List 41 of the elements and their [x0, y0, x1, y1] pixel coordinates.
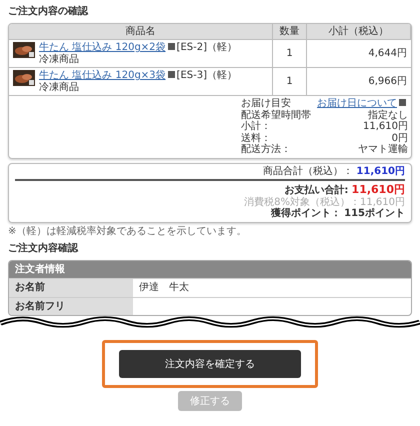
external-link-icon	[399, 99, 406, 106]
goods-total-value: 11,610円	[356, 166, 405, 176]
payment-total-value: 11,610円	[352, 183, 405, 196]
summary-label: 送料：	[241, 132, 272, 144]
confirm-button[interactable]: 注文内容を確定する	[119, 350, 301, 378]
payment-total-label: お支払い合計:	[284, 185, 348, 196]
delivery-date-link[interactable]: お届け日について	[317, 98, 397, 109]
field-label: お名前	[9, 279, 133, 297]
summary-label: お届け目安	[241, 98, 292, 110]
points-value: 115ポイント	[344, 208, 405, 220]
section-title: ご注文内容の確認	[8, 6, 90, 18]
points-label: 獲得ポイント：	[270, 208, 341, 220]
summary-value: 0円	[390, 132, 408, 144]
external-link-icon	[168, 71, 175, 78]
note-text: ※（軽）は軽減税率対象であることを示しています。	[8, 226, 248, 238]
field-value: 伊達 牛太	[139, 282, 189, 294]
summary-label: 小計：	[241, 121, 272, 132]
goods-total-label: 商品合計（税込）：	[263, 166, 354, 176]
column-header: 数量	[273, 24, 307, 39]
section-title: ご注文内容確認	[8, 243, 80, 255]
subtotal: 6,966円	[368, 76, 407, 88]
column-header: 商品名	[9, 24, 273, 39]
summary-value: 指定なし	[367, 110, 408, 121]
subtotal: 4,644円	[368, 48, 407, 60]
product-code: [ES-2]（軽）	[176, 42, 237, 53]
column-header: 小計（税込）	[307, 24, 411, 39]
product-type: 冷凍商品	[39, 54, 80, 65]
summary-value: 11,610円	[362, 121, 408, 132]
field-label: お名前フリ	[9, 298, 133, 316]
summary-label: 配送希望時間帯	[241, 110, 311, 120]
product-type: 冷凍商品	[39, 82, 80, 93]
quantity: 1	[286, 48, 293, 60]
summary-label: 配送方法：	[241, 144, 292, 156]
tax-note: 消費税8%対象（税込）：11,610円	[244, 196, 405, 208]
quantity: 1	[286, 76, 293, 88]
external-link-icon	[168, 43, 175, 50]
product-link[interactable]: 牛たん 塩仕込み 120g×2袋	[39, 42, 166, 53]
table-header: 注文者情報	[9, 260, 411, 278]
summary-value: ヤマト運輸	[357, 144, 408, 156]
product-link[interactable]: 牛たん 塩仕込み 120g×3袋	[39, 70, 166, 81]
product-code: [ES-3]（軽）	[176, 70, 237, 81]
